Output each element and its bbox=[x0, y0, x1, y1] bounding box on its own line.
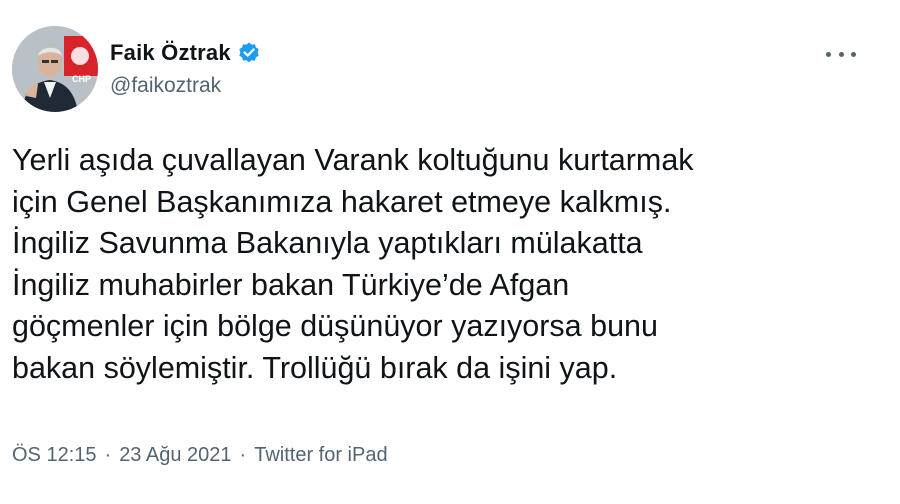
verified-badge-icon bbox=[237, 41, 261, 65]
tweet-text: Yerli aşıda çuvallayan Varank koltuğunu … bbox=[12, 140, 872, 389]
more-dot bbox=[826, 51, 831, 57]
author-handle[interactable]: @faikoztrak bbox=[110, 74, 221, 98]
tweet-source[interactable]: Twitter for iPad bbox=[254, 444, 387, 467]
tweet-text-line: İngiliz muhabirler bakan Türkiye’de Afga… bbox=[12, 267, 570, 302]
more-dot bbox=[851, 51, 856, 57]
tweet-card: CHP Faik Öztrak @faikoztrak Yerli aşıda … bbox=[0, 0, 900, 504]
tweet-text-line: için Genel Başkanımıza hakaret etmeye ka… bbox=[12, 184, 672, 219]
tweet-text-line: bakan söylemiştir. Trollüğü bırak da işi… bbox=[12, 350, 618, 385]
meta-separator: · bbox=[104, 444, 112, 466]
tweet-time[interactable]: ÖS 12:15 bbox=[12, 444, 97, 467]
tweet-text-line: göçmenler için bölge düşünüyor yazıyorsa… bbox=[12, 309, 658, 343]
more-options-icon[interactable] bbox=[826, 46, 856, 62]
tweet-text-line: Yerli aşıda çuvallayan Varank koltuğunu … bbox=[12, 143, 694, 177]
author-name-row: Faik Öztrak bbox=[110, 40, 261, 66]
more-dot bbox=[838, 51, 844, 57]
avatar[interactable]: CHP bbox=[12, 26, 98, 112]
tweet-text-line: İngiliz Savunma Bakanıyla yaptıkları mül… bbox=[12, 226, 643, 260]
meta-separator: · bbox=[239, 444, 247, 466]
tweet-date[interactable]: 23 Ağu 2021 bbox=[119, 444, 231, 467]
tweet-meta: ÖS 12:15 · 23 Ağu 2021 · Twitter for iPa… bbox=[12, 444, 388, 467]
avatar-image: CHP bbox=[12, 26, 98, 112]
avatar-logo-text: CHP bbox=[72, 74, 91, 84]
display-name[interactable]: Faik Öztrak bbox=[110, 40, 231, 66]
